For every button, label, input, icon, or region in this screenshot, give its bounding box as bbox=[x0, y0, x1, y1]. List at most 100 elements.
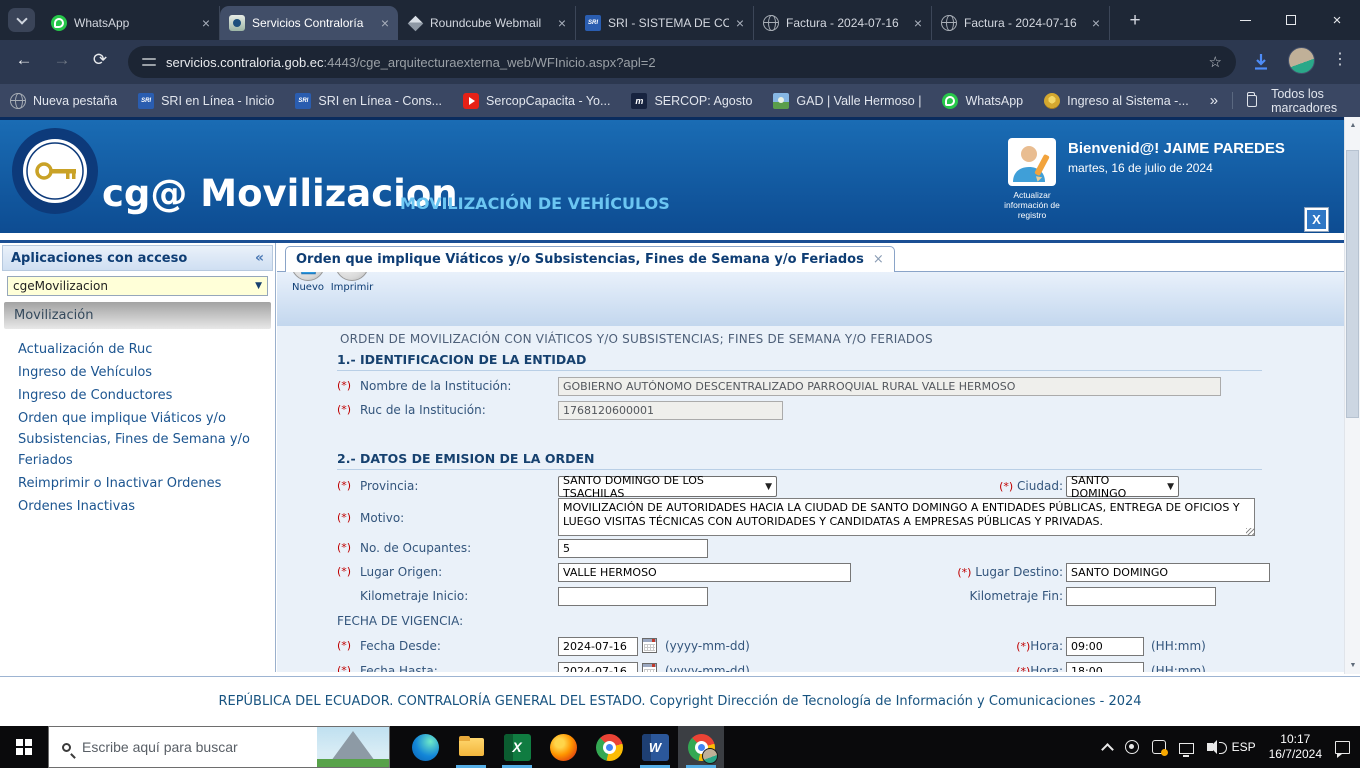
new-tab-button[interactable]: + bbox=[1122, 8, 1148, 34]
minimize-button[interactable] bbox=[1222, 0, 1268, 40]
calendar-icon[interactable] bbox=[642, 663, 657, 672]
sync-status-icon[interactable] bbox=[1151, 740, 1168, 756]
bookmark-star-icon[interactable]: ☆ bbox=[1209, 53, 1222, 71]
bookmark-item[interactable]: WhatsApp bbox=[942, 92, 1023, 109]
taskbar-app-icon bbox=[549, 733, 577, 761]
bookmark-item[interactable]: GAD | Valle Hermoso | bbox=[773, 92, 921, 109]
site-settings-icon[interactable] bbox=[142, 56, 156, 68]
ruc-input bbox=[558, 401, 783, 420]
browser-tab[interactable]: Roundcube Webmail × bbox=[398, 6, 576, 40]
browser-tab[interactable]: Factura - 2024-07-16 × bbox=[932, 6, 1110, 40]
all-bookmarks-button[interactable]: Todos los marcadores bbox=[1271, 87, 1350, 115]
taskbar-app-button[interactable] bbox=[448, 726, 494, 768]
sidebar-menu-item[interactable]: Reimprimir o Inactivar Ordenes bbox=[18, 473, 267, 494]
bookmark-item[interactable]: Ingreso al Sistema -... bbox=[1044, 92, 1189, 109]
taskbar-search[interactable]: Escribe aquí para buscar bbox=[48, 726, 390, 768]
lugar-origen-input[interactable] bbox=[558, 563, 851, 582]
bookmark-favicon-icon bbox=[773, 92, 790, 109]
favicon-glyph: m bbox=[635, 95, 644, 106]
tab-favicon-icon bbox=[407, 15, 423, 31]
volume-icon[interactable] bbox=[1206, 740, 1227, 754]
app-icon-glyph: W bbox=[648, 739, 662, 755]
bookmark-item[interactable]: SRI SRI en Línea - Inicio bbox=[138, 92, 274, 109]
lugar-destino-input[interactable] bbox=[1066, 563, 1270, 582]
hora-desde-input[interactable] bbox=[1066, 637, 1144, 656]
ciudad-select[interactable]: SANTO DOMINGO ▼ bbox=[1066, 474, 1179, 500]
motivo-textarea[interactable]: MOVILIZACIÓN DE AUTORIDADES HACIA LA CIU… bbox=[558, 498, 1255, 536]
content-tab[interactable]: Orden que implique Viáticos y/o Subsiste… bbox=[285, 246, 895, 272]
sidebar-menu-item[interactable]: Ingreso de Vehículos bbox=[18, 362, 267, 383]
tab-close-icon[interactable]: × bbox=[381, 15, 389, 31]
bookmarks-list: Nueva pestaña SRI SRI en Línea - Inicio … bbox=[10, 92, 1210, 109]
forward-button[interactable]: → bbox=[50, 50, 74, 70]
scrollbar-thumb[interactable] bbox=[1346, 150, 1359, 418]
tab-favicon-icon: SRI bbox=[585, 15, 601, 31]
fecha-hasta-input[interactable] bbox=[558, 662, 638, 672]
tab-list-button[interactable] bbox=[8, 8, 35, 32]
network-icon[interactable] bbox=[1178, 742, 1194, 757]
sidebar-menu-item[interactable]: Ingreso de Conductores bbox=[18, 385, 267, 406]
close-window-button[interactable]: × bbox=[1314, 0, 1360, 40]
provincia-select[interactable]: SANTO DOMINGO DE LOS TSACHILAS ▼ bbox=[558, 473, 777, 500]
taskbar-app-button[interactable]: X bbox=[494, 726, 540, 768]
sidebar-menu-item[interactable]: Ordenes Inactivas bbox=[18, 496, 267, 517]
search-highlight-image[interactable] bbox=[317, 727, 389, 767]
taskbar-app-button[interactable] bbox=[678, 726, 724, 768]
browser-tab[interactable]: Factura - 2024-07-16 × bbox=[754, 6, 932, 40]
notification-center-icon[interactable] bbox=[1335, 740, 1350, 758]
url-text[interactable]: servicios.contraloria.gob.ec:4443/cge_ar… bbox=[166, 55, 656, 70]
scroll-down-icon[interactable]: ▼ bbox=[1345, 657, 1360, 674]
scroll-up-icon[interactable]: ▲ bbox=[1345, 117, 1360, 134]
bookmark-item[interactable]: SRI SRI en Línea - Cons... bbox=[295, 92, 443, 109]
tab-close-icon[interactable]: × bbox=[1092, 15, 1100, 31]
taskbar-app-button[interactable] bbox=[540, 726, 586, 768]
tab-close-icon[interactable]: × bbox=[736, 15, 744, 31]
bookmark-item[interactable]: m SERCOP: Agosto bbox=[631, 92, 752, 109]
content-tab-close-icon[interactable]: × bbox=[873, 252, 884, 267]
browser-profile-avatar[interactable] bbox=[1288, 47, 1315, 74]
clock[interactable]: 10:17 16/7/2024 bbox=[1269, 732, 1322, 762]
back-button[interactable]: ← bbox=[12, 50, 36, 70]
tab-close-icon[interactable]: × bbox=[558, 15, 566, 31]
tab-close-icon[interactable]: × bbox=[914, 15, 922, 31]
print-button-label: Imprimir bbox=[330, 282, 374, 293]
km-inicio-input[interactable] bbox=[558, 587, 708, 606]
provincia-label: Provincia: bbox=[360, 479, 419, 493]
page-scrollbar[interactable]: ▲ ▼ bbox=[1344, 117, 1360, 674]
bookmark-label: SRI en Línea - Cons... bbox=[318, 93, 443, 108]
divider bbox=[1232, 92, 1233, 109]
km-fin-input[interactable] bbox=[1066, 587, 1216, 606]
browser-tab[interactable]: WhatsApp × bbox=[42, 6, 220, 40]
taskbar-app-button[interactable] bbox=[586, 726, 632, 768]
resize-grip[interactable] bbox=[1246, 528, 1254, 536]
download-icon[interactable] bbox=[1251, 52, 1271, 72]
browser-tab[interactable]: SRI SRI - SISTEMA DE CO × bbox=[576, 6, 754, 40]
taskbar-app-button[interactable] bbox=[402, 726, 448, 768]
fecha-desde-input[interactable] bbox=[558, 637, 638, 656]
tab-close-icon[interactable]: × bbox=[202, 15, 210, 31]
bookmarks-overflow-icon[interactable]: » bbox=[1210, 92, 1218, 109]
sidebar-menu-item[interactable]: Orden que implique Viáticos y/o Subsiste… bbox=[18, 408, 267, 471]
hidden-icons-chevron-icon[interactable] bbox=[1100, 742, 1114, 756]
taskbar-app-button[interactable]: W bbox=[632, 726, 678, 768]
maximize-button[interactable] bbox=[1268, 0, 1314, 40]
update-registration-button[interactable] bbox=[1008, 138, 1056, 186]
required-mark: (*) bbox=[337, 541, 352, 554]
address-bar[interactable]: servicios.contraloria.gob.ec:4443/cge_ar… bbox=[128, 46, 1236, 78]
ocupantes-input[interactable] bbox=[558, 539, 708, 558]
calendar-icon[interactable] bbox=[642, 638, 657, 653]
bookmark-item[interactable]: Nueva pestaña bbox=[10, 92, 117, 109]
browser-tab[interactable]: Servicios Contraloría × bbox=[220, 6, 398, 40]
bookmark-item[interactable]: SercopCapacita - Yo... bbox=[463, 92, 610, 109]
browser-menu-button[interactable]: ⋮ bbox=[1332, 49, 1348, 69]
application-select[interactable]: cgeMovilizacion ▼ bbox=[7, 276, 268, 296]
reload-button[interactable]: ⟳ bbox=[88, 50, 112, 70]
hora-hasta-input[interactable] bbox=[1066, 662, 1144, 672]
close-session-button[interactable]: X bbox=[1305, 208, 1328, 231]
collapse-sidebar-icon[interactable]: « bbox=[255, 250, 264, 266]
provincia-value: SANTO DOMINGO DE LOS TSACHILAS bbox=[563, 473, 704, 500]
sidebar-menu-item[interactable]: Actualización de Ruc bbox=[18, 339, 267, 360]
start-button[interactable] bbox=[0, 726, 48, 768]
language-indicator[interactable]: ESP bbox=[1232, 740, 1256, 754]
meet-now-icon[interactable] bbox=[1124, 740, 1139, 754]
